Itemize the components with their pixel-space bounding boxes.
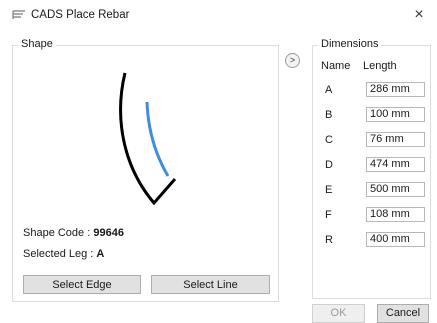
ok-button[interactable]: OK (312, 304, 365, 323)
dimension-length-c[interactable] (366, 132, 425, 147)
dimension-length-d[interactable] (366, 157, 425, 172)
close-button[interactable]: × (409, 5, 429, 25)
selected-leg-highlight (145, 101, 170, 177)
expand-dimensions-button[interactable]: > (285, 53, 300, 68)
window-title: CADS Place Rebar (31, 9, 130, 21)
shape-panel: Shape Shape Code : 99646 Selected Leg : … (12, 38, 279, 302)
dimension-name-c: C (325, 134, 333, 146)
select-edge-button[interactable]: Select Edge (23, 275, 141, 294)
shape-code: Shape Code : 99646 (23, 227, 124, 239)
length-column-header: Length (363, 60, 397, 72)
dimension-length-f[interactable] (366, 207, 425, 222)
shape-code-value: 99646 (93, 227, 124, 239)
title-bar: CADS Place Rebar × (0, 0, 437, 34)
shape-code-label: Shape Code : (23, 227, 94, 239)
cancel-button[interactable]: Cancel (377, 304, 429, 323)
dimension-name-e: E (325, 184, 333, 196)
shape-panel-legend: Shape (18, 38, 56, 50)
dimensions-panel-legend: Dimensions (318, 38, 382, 50)
selected-leg: Selected Leg : A (23, 248, 104, 260)
selected-leg-value: A (96, 248, 105, 260)
dimension-name-r: R (325, 234, 333, 246)
selected-leg-label: Selected Leg : (23, 248, 97, 260)
dimension-length-b[interactable] (366, 107, 425, 122)
dimension-length-a[interactable] (366, 82, 425, 97)
rebar-shape-preview (119, 72, 177, 206)
rebar-shape-outline (119, 72, 177, 206)
dimensions-panel: Dimensions Name Length A B C D E F R (312, 38, 431, 299)
dimension-length-r[interactable] (366, 232, 425, 247)
rebar-app-icon (12, 10, 25, 19)
select-line-button[interactable]: Select Line (151, 275, 270, 294)
dimension-name-d: D (325, 159, 333, 171)
name-column-header: Name (321, 60, 351, 72)
dimension-name-b: B (325, 109, 333, 121)
dimension-name-f: F (325, 209, 332, 221)
dimension-length-e[interactable] (366, 182, 425, 197)
dimension-name-a: A (325, 84, 333, 96)
